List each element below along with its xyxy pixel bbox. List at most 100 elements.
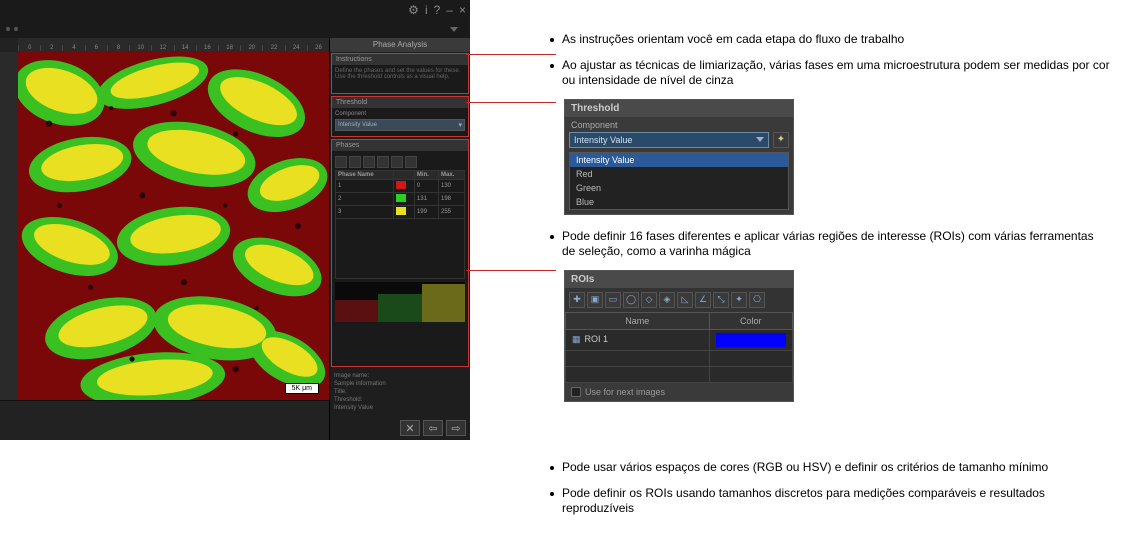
crop-roi-icon[interactable]: ⎔ (749, 292, 765, 308)
nav-next-button[interactable]: ⇨ (446, 420, 466, 436)
window-roi-icon[interactable]: ▣ (587, 292, 603, 308)
image-viewer[interactable]: 02468101214161820222426 (0, 38, 330, 440)
titlebar: ⚙ i ? – × (0, 0, 470, 20)
bullet-icon (550, 38, 554, 42)
use-next-checkbox[interactable] (571, 387, 581, 397)
ruler-horizontal: 02468101214161820222426 (18, 38, 329, 52)
toolbar (0, 20, 470, 38)
panel-title: ROIs (565, 271, 793, 288)
roi-table: Name Color ▦ROI 1 (565, 312, 793, 383)
bullet-icon (550, 64, 554, 68)
roi-panel: ROIs ✚ ▣ ▭ ◯ ◇ ◈ ◺ ∠ ⤡ ✦ ⎔ Name Color ▦R… (564, 270, 794, 402)
component-select[interactable]: Intensity Value▾ (335, 119, 465, 131)
table-row[interactable]: 10130 (336, 180, 465, 193)
bullet-text: Pode definir 16 fases diferentes e aplic… (562, 229, 1110, 260)
component-label: Component (565, 117, 793, 132)
phases-header: Phases (332, 140, 468, 151)
nav-back-button[interactable]: ⇦ (423, 420, 443, 436)
bullet-item: Pode usar vários espaços de cores (RGB o… (550, 460, 1110, 476)
rot-rect-roi-icon[interactable]: ◈ (659, 292, 675, 308)
angle-roi-icon[interactable]: ∠ (695, 292, 711, 308)
viewer-footer (0, 400, 329, 440)
callout-column: As instruções orientam você em cada etap… (550, 32, 1110, 416)
table-row[interactable]: 3199255 (336, 206, 465, 219)
table-row (566, 366, 793, 382)
toolbar-dot (14, 27, 18, 31)
bullet-icon (550, 492, 554, 496)
color-swatch (396, 207, 406, 215)
tool-button[interactable] (405, 156, 417, 168)
tool-button[interactable] (377, 156, 389, 168)
info-section: Image name: Sample information Title: Th… (330, 368, 470, 416)
instructions-header: Instructions (332, 54, 468, 65)
ruler-vertical (0, 52, 18, 400)
tool-button[interactable] (391, 156, 403, 168)
phases-toolbar (335, 154, 465, 170)
checkbox-label: Use for next images (585, 387, 665, 397)
minimize-icon[interactable]: – (446, 3, 453, 17)
tool-button[interactable] (363, 156, 375, 168)
flip-roi-icon[interactable]: ⤡ (713, 292, 729, 308)
component-dropdown: Intensity Value Red Green Blue (569, 152, 789, 210)
remove-phase-button[interactable] (349, 156, 361, 168)
bullet-item: As instruções orientam você em cada etap… (550, 32, 1110, 48)
component-label: Component (335, 111, 465, 117)
threshold-section: Threshold Component Intensity Value▾ (331, 96, 469, 137)
callout-line (466, 54, 556, 55)
column-header: Color (709, 312, 792, 329)
triangle-roi-icon[interactable]: ◺ (677, 292, 693, 308)
wizard-nav: ✕ ⇦ ⇨ (330, 416, 470, 440)
micrograph-image (18, 52, 329, 400)
bullet-item: Pode definir os ROIs usando tamanhos dis… (550, 486, 1110, 517)
dropdown-option[interactable]: Red (570, 167, 788, 181)
table-row[interactable]: 2131198 (336, 193, 465, 206)
dropdown-option[interactable]: Blue (570, 195, 788, 209)
dropdown-option[interactable]: Intensity Value (570, 153, 788, 167)
phases-section: Phases Phase NameMin.Max. 10130 2131198 (331, 139, 469, 367)
chevron-down-icon (756, 137, 764, 142)
bullet-text: Pode usar vários espaços de cores (RGB o… (562, 460, 1110, 476)
bullet-icon (550, 235, 554, 239)
table-row[interactable]: ▦ROI 1 (566, 329, 793, 350)
bullet-icon (550, 466, 554, 470)
rect-roi-icon[interactable]: ▭ (605, 292, 621, 308)
instructions-section: Instructions Define the phases and set t… (331, 53, 469, 94)
threshold-header: Threshold (332, 97, 468, 108)
bullet-text: Ao ajustar as técnicas de limiarização, … (562, 58, 1110, 89)
roi-icon: ▦ (572, 334, 581, 344)
callout-line (466, 270, 556, 271)
bottom-bullets: Pode usar vários espaços de cores (RGB o… (550, 460, 1110, 527)
roi-toolbar: ✚ ▣ ▭ ◯ ◇ ◈ ◺ ∠ ⤡ ✦ ⎔ (565, 288, 793, 312)
bullet-text: As instruções orientam você em cada etap… (562, 32, 1110, 48)
add-phase-button[interactable] (335, 156, 347, 168)
wand-roi-icon[interactable]: ✦ (731, 292, 747, 308)
help-icon[interactable]: ? (434, 3, 441, 17)
gear-icon[interactable]: ⚙ (408, 3, 419, 17)
poly-roi-icon[interactable]: ◇ (641, 292, 657, 308)
close-icon[interactable]: × (459, 3, 466, 17)
app-window: ⚙ i ? – × 02468101214161820222426 (0, 0, 470, 440)
bullet-item: Ao ajustar as técnicas de limiarização, … (550, 58, 1110, 89)
panel-title: Threshold (565, 100, 793, 117)
wand-icon[interactable]: ✦ (773, 132, 789, 148)
component-combobox[interactable]: Intensity Value (569, 132, 769, 148)
roi-footer: Use for next images (565, 383, 793, 401)
table-row (566, 350, 793, 366)
threshold-panel: Threshold Component Intensity Value ✦ In… (564, 99, 794, 215)
bullet-text: Pode definir os ROIs usando tamanhos dis… (562, 486, 1110, 517)
chevron-down-icon: ▾ (458, 121, 462, 129)
side-panel: Phase Analysis Instructions Define the p… (330, 38, 470, 440)
circle-roi-icon[interactable]: ◯ (623, 292, 639, 308)
color-swatch[interactable] (716, 333, 786, 347)
phase-table: Phase NameMin.Max. 10130 2131198 3199255 (335, 170, 465, 279)
instructions-body: Define the phases and set the values for… (332, 65, 468, 93)
chevron-down-icon[interactable] (450, 27, 458, 32)
nav-close-button[interactable]: ✕ (400, 420, 420, 436)
info-icon[interactable]: i (425, 3, 428, 17)
bullet-item: Pode definir 16 fases diferentes e aplic… (550, 229, 1110, 260)
new-roi-icon[interactable]: ✚ (569, 292, 585, 308)
callout-line (466, 102, 556, 103)
dropdown-option[interactable]: Green (570, 181, 788, 195)
color-swatch (396, 181, 406, 189)
color-swatch (396, 194, 406, 202)
